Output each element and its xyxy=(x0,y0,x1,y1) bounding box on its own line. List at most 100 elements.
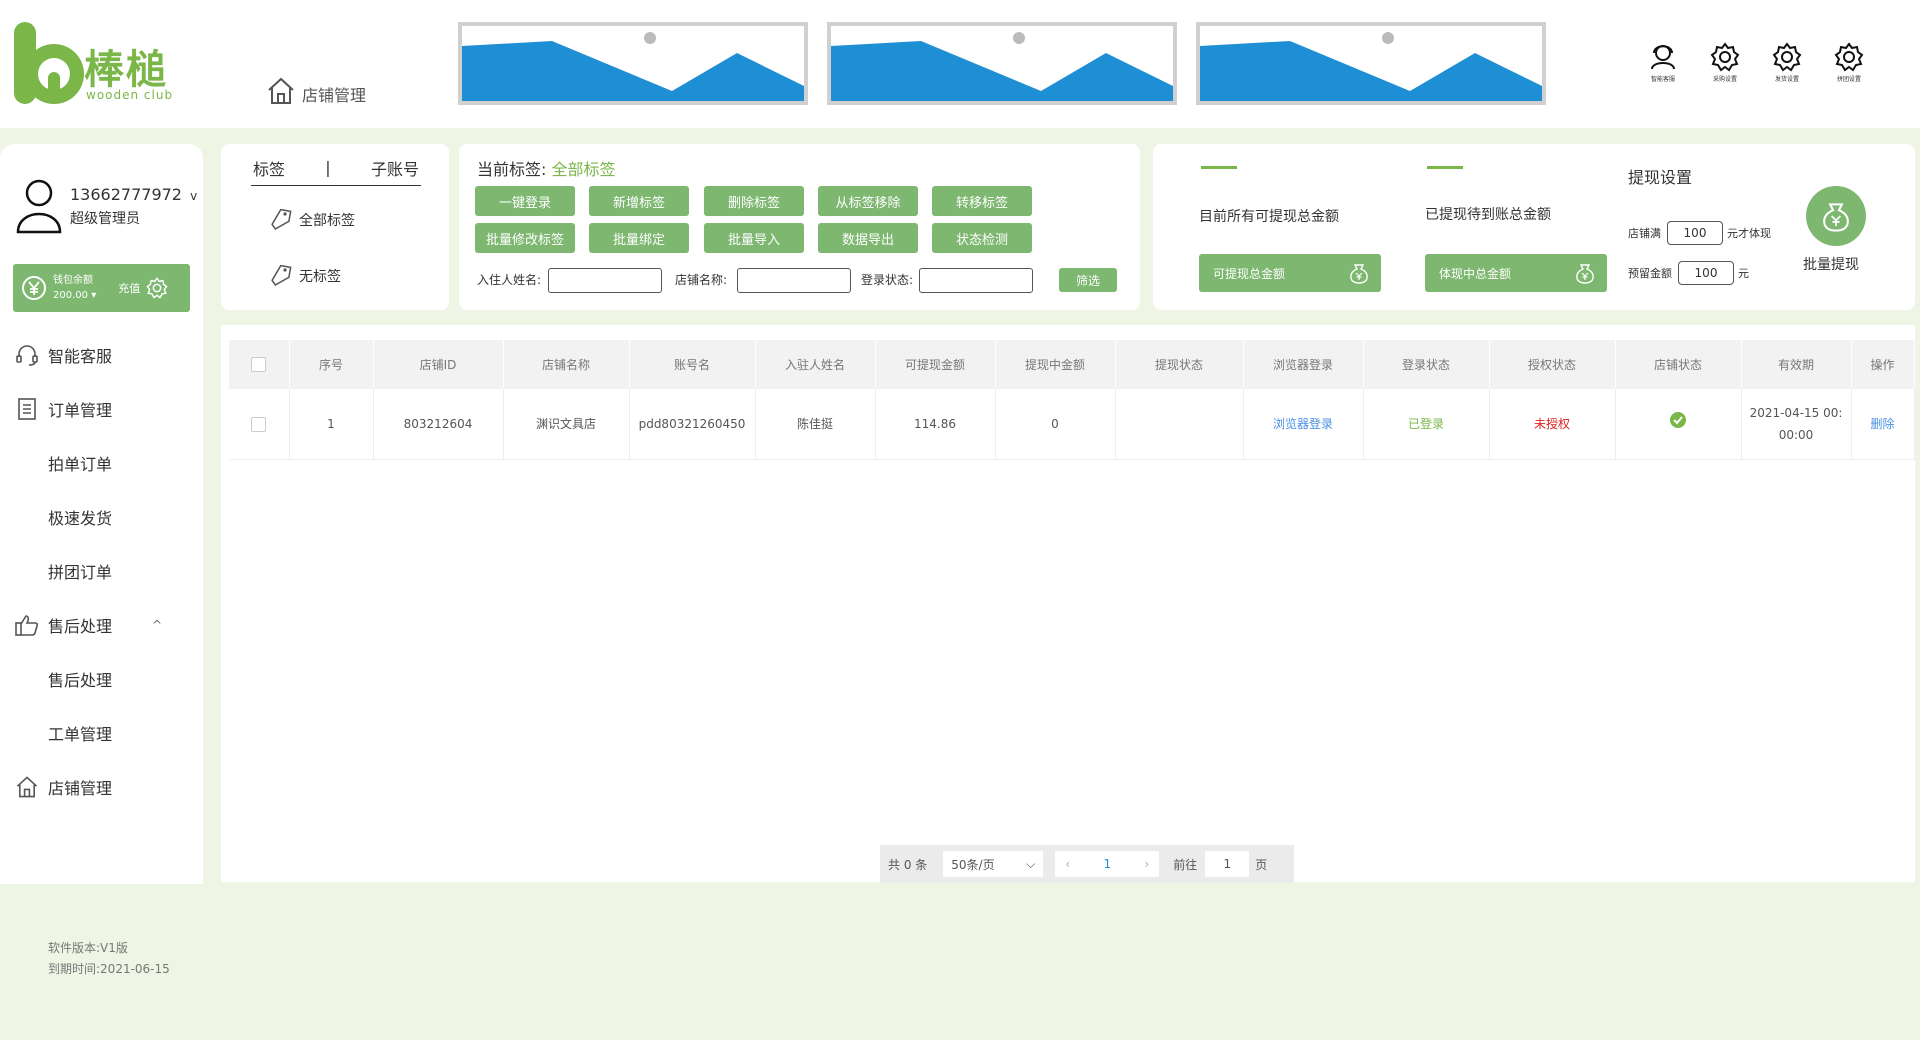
withdraw-threshold-input[interactable]: 100 xyxy=(1667,221,1723,245)
available-total-button[interactable]: 可提现总金额 xyxy=(1199,254,1381,292)
top-customer-service[interactable]: 智能客服 xyxy=(1644,42,1682,83)
column-header: 登录状态 xyxy=(1363,340,1490,389)
header: 棒槌 wooden club 店铺管理 智能客服 采购设置 发货设置 拼团设置 xyxy=(0,0,1920,128)
goto-suffix: 页 xyxy=(1255,857,1268,872)
auth-status-cell[interactable]: 未授权 xyxy=(1489,389,1616,460)
page-size-select[interactable]: 50条/页 ⌵ xyxy=(943,851,1044,877)
tag-item-all[interactable]: 全部标签 xyxy=(271,208,355,232)
filter-name-input[interactable] xyxy=(548,268,662,293)
shop-status-cell xyxy=(1615,389,1742,460)
image-placeholder-icon xyxy=(462,32,804,101)
breadcrumb: 店铺管理 xyxy=(266,76,366,106)
avatar-icon xyxy=(16,179,62,234)
chevron-up-icon[interactable]: ^ xyxy=(152,618,162,632)
filter-status-label: 登录状态: xyxy=(861,273,914,287)
column-header: 序号 xyxy=(289,340,374,389)
goto-page-input[interactable]: 1 xyxy=(1205,851,1250,877)
batch-withdraw-button[interactable] xyxy=(1806,186,1866,246)
current-page[interactable]: 1 xyxy=(1103,857,1111,871)
top-purchase-settings[interactable]: 采购设置 xyxy=(1706,42,1744,83)
gear-icon[interactable] xyxy=(146,277,168,299)
user-dropdown-caret[interactable]: v xyxy=(190,189,197,203)
table-row[interactable]: 1 803212604 渊识文具店 pdd80321260450 陈佳挺 114… xyxy=(229,389,1915,460)
tag-icon xyxy=(271,208,292,230)
money-bag-icon xyxy=(1350,264,1368,284)
top-shipping-settings[interactable]: 发货设置 xyxy=(1768,42,1806,83)
top-group-settings[interactable]: 拼团设置 xyxy=(1830,42,1868,83)
pending-total-button[interactable]: 体现中总金额 xyxy=(1425,254,1607,292)
banner-image-1[interactable] xyxy=(458,22,808,105)
batch-edit-tag-button[interactable]: 批量修改标签 xyxy=(475,223,575,253)
cell-shop-id: 803212604 xyxy=(373,389,504,460)
gear-icon xyxy=(1710,42,1740,72)
cell-index: 1 xyxy=(289,389,374,460)
delete-row-button[interactable]: 删除 xyxy=(1851,389,1915,460)
delete-tag-button[interactable]: 删除标签 xyxy=(704,186,804,216)
checkbox[interactable] xyxy=(251,357,267,372)
withdraw-reserve-input[interactable]: 100 xyxy=(1678,261,1734,285)
filter-shop-input[interactable] xyxy=(737,268,851,293)
logo-mark-icon xyxy=(14,22,84,104)
tag-item-none[interactable]: 无标签 xyxy=(271,264,341,288)
tab-sub-accounts[interactable]: 子账号 xyxy=(371,156,419,180)
brand-logo[interactable]: 棒槌 wooden club xyxy=(14,22,189,108)
filter-name-label: 入住人姓名: xyxy=(477,273,542,287)
goto-label: 前往 xyxy=(1173,857,1198,872)
headset-icon xyxy=(16,345,38,366)
filter-submit-button[interactable]: 筛选 xyxy=(1059,268,1117,292)
page-nav: ‹ 1 › xyxy=(1055,851,1160,877)
wallet-charge-button[interactable]: 充值 xyxy=(118,280,140,296)
sidebar-item-fast-shipping[interactable]: 极速发货 xyxy=(0,490,203,544)
batch-bind-button[interactable]: 批量绑定 xyxy=(589,223,689,253)
filter-shop-label: 店铺名称: xyxy=(675,273,728,287)
chevron-down-icon[interactable]: ▾ xyxy=(91,290,96,301)
sidebar-item-order-management[interactable]: 订单管理 xyxy=(0,382,203,436)
yen-coin-icon xyxy=(22,276,46,300)
expire-date: 到期时间:2021-06-15 xyxy=(48,962,170,976)
column-header: 有效期 xyxy=(1741,340,1852,389)
sidebar-item-shoot-orders[interactable]: 拍单订单 xyxy=(0,436,203,490)
tag-icon xyxy=(271,264,292,286)
money-bag-icon xyxy=(1823,203,1849,232)
sidebar-item-shop-management[interactable]: 店铺管理 xyxy=(0,760,203,814)
column-header: 可提现金额 xyxy=(875,340,996,389)
batch-withdraw-label[interactable]: 批量提现 xyxy=(1803,254,1859,274)
status-check-button[interactable]: 状态检测 xyxy=(932,223,1032,253)
footer: 软件版本:V1版 到期时间:2021-06-15 xyxy=(48,938,170,980)
thumbs-up-icon xyxy=(15,615,39,636)
check-circle-icon xyxy=(1670,412,1686,429)
one-click-login-button[interactable]: 一键登录 xyxy=(475,186,575,216)
breadcrumb-label[interactable]: 店铺管理 xyxy=(302,86,366,106)
remove-from-tag-button[interactable]: 从标签移除 xyxy=(818,186,918,216)
image-placeholder-icon xyxy=(831,32,1173,101)
batch-import-button[interactable]: 批量导入 xyxy=(704,223,804,253)
user-profile[interactable]: 13662777972 v 超级管理员 xyxy=(16,178,197,234)
tab-tags[interactable]: 标签 xyxy=(253,156,285,180)
header-select-all[interactable] xyxy=(229,340,290,389)
banner-image-3[interactable] xyxy=(1196,22,1546,105)
sidebar-item-group-orders[interactable]: 拼团订单 xyxy=(0,544,203,598)
sidebar-item-ticket-management[interactable]: 工单管理 xyxy=(0,706,203,760)
row-select[interactable] xyxy=(229,389,290,460)
brand-name: 棒槌 xyxy=(84,47,168,93)
sidebar-nav: 智能客服 订单管理 拍单订单 极速发货 拼团订单 售后处理 ^ 售后处理 工单管… xyxy=(0,328,203,814)
list-document-icon xyxy=(18,398,36,420)
available-total-value xyxy=(1201,166,1237,172)
prev-page-icon[interactable]: ‹ xyxy=(1065,857,1070,871)
customer-service-icon xyxy=(1651,45,1675,70)
browser-login-link[interactable]: 浏览器登录 xyxy=(1243,389,1364,460)
sidebar-item-smart-service[interactable]: 智能客服 xyxy=(0,328,203,382)
checkbox[interactable] xyxy=(251,416,267,432)
next-page-icon[interactable]: › xyxy=(1144,857,1149,871)
banner-image-2[interactable] xyxy=(827,22,1177,105)
column-header: 提现中金额 xyxy=(995,340,1116,389)
pagination-total: 共 0 条 xyxy=(888,857,928,872)
data-export-button[interactable]: 数据导出 xyxy=(818,223,918,253)
wallet-label: 钱包余额 xyxy=(53,275,93,286)
transfer-tag-button[interactable]: 转移标签 xyxy=(932,186,1032,216)
sidebar-item-after-sales[interactable]: 售后处理 ^ xyxy=(0,598,203,652)
shop-table-panel: 序号 店铺ID 店铺名称 账号名 入驻人姓名 可提现金额 提现中金额 提现状态 … xyxy=(221,325,1915,882)
filter-status-input[interactable] xyxy=(919,268,1033,293)
add-tag-button[interactable]: 新增标签 xyxy=(589,186,689,216)
sidebar-item-after-sales-handling[interactable]: 售后处理 xyxy=(0,652,203,706)
